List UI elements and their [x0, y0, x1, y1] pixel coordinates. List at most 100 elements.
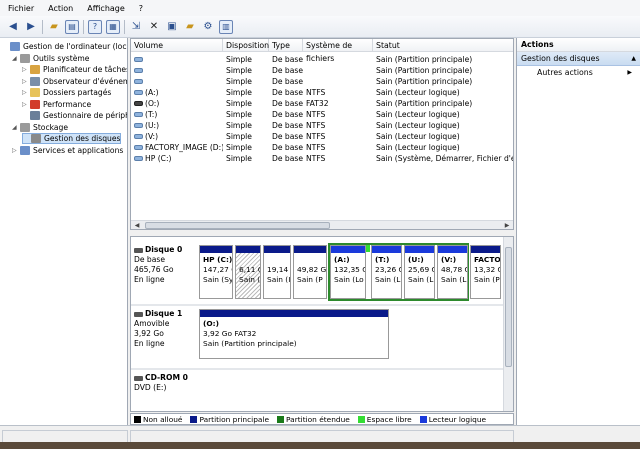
partition-line: Sain (Lo	[334, 275, 364, 284]
partition-text: (A:) 132,35 G Sain (Lo	[331, 253, 365, 285]
cell-fs	[306, 76, 373, 87]
settings-icon[interactable]: ⚙	[201, 20, 215, 34]
tree-item[interactable]: ▷ Observateur d'événeme	[22, 76, 127, 87]
menu-help[interactable]: ?	[139, 4, 143, 13]
partition-line: (A:)	[334, 255, 350, 264]
scrollbar-thumb[interactable]	[505, 247, 512, 367]
volume-icon	[134, 101, 143, 106]
cell-fs: NTFS	[306, 121, 326, 130]
cell-status: Sain (Lecteur logique)	[376, 143, 460, 152]
table-row[interactable]: Simple De base Sain (Partition principale)	[131, 65, 513, 76]
cell-fs: NTFS	[306, 132, 326, 141]
console-tree-icon[interactable]: ▤	[65, 19, 79, 34]
tree-item[interactable]: ▷ Services et applications	[12, 145, 123, 156]
folder-icon[interactable]: ▰	[47, 20, 61, 34]
open-icon[interactable]: ▰	[183, 20, 197, 34]
collapse-arrow-icon[interactable]: ◢	[12, 124, 20, 131]
legend-item: Partition étendue	[277, 415, 350, 424]
collapse-arrow-icon[interactable]: ◢	[12, 55, 20, 62]
expand-arrow-icon[interactable]: ▷	[22, 101, 30, 108]
partition-block[interactable]: (T:) 23,26 G Sain (L	[371, 245, 402, 299]
disk-info[interactable]: Disque 0 De base 465,76 Go En ligne	[134, 245, 196, 285]
more-actions[interactable]: Autres actions ▶	[517, 66, 640, 79]
disk-info[interactable]: Disque 1 Amovible 3,92 Go En ligne	[134, 309, 196, 349]
horizontal-scrollbar[interactable]: ◀ ▶	[131, 220, 513, 229]
tree-item[interactable]: ▷ Dossiers partagés	[22, 87, 111, 98]
partition-block[interactable]: 49,82 G Sain (P	[293, 245, 327, 299]
partition-text: (T:) 23,26 G Sain (L	[372, 253, 401, 285]
more-actions-label: Autres actions	[537, 68, 593, 77]
column-file-system[interactable]: Système de fichiers	[303, 39, 373, 63]
expand-arrow-icon[interactable]: ▷	[22, 78, 30, 85]
export-icon[interactable]: ⇲	[129, 20, 143, 34]
volume-list-header: Volume Disposition Type Système de fichi…	[131, 39, 513, 63]
vertical-scrollbar[interactable]	[503, 237, 513, 411]
legend-label: Espace libre	[366, 414, 412, 424]
partition-text: HP (C:)147,27 GSain (Sy	[200, 253, 232, 285]
menu-action[interactable]: Action	[48, 4, 73, 13]
partition-block[interactable]: 19,14 GSain (I	[263, 245, 291, 299]
shared-folders-icon	[30, 88, 40, 97]
partition-block[interactable]: (U:) 25,69 G Sain (L	[404, 245, 435, 299]
actions-section-disk-management[interactable]: Gestion des disques ▲	[517, 52, 640, 66]
scroll-right-icon[interactable]: ▶	[502, 221, 512, 229]
table-row[interactable]: FACTORY_IMAGE (D:) Simple De base NTFS Sain …	[131, 142, 513, 153]
expand-arrow-icon[interactable]: ▷	[22, 89, 30, 96]
table-row[interactable]: (A:) Simple De base NTFS Sain (Lecteur logiq…	[131, 87, 513, 98]
partition-block[interactable]: (A:) 132,35 G Sain (Lo	[330, 245, 366, 299]
tree-item[interactable]: Gestion des disques	[22, 133, 122, 144]
tree-item[interactable]: ◢ Stockage	[12, 122, 68, 133]
volume-icon	[134, 112, 143, 117]
table-row[interactable]: (U:) Simple De base NTFS Sain (Lecteur logiq…	[131, 120, 513, 131]
disk-detail: En ligne	[134, 339, 165, 348]
storage-icon	[20, 122, 30, 132]
delete-icon[interactable]: ✕	[147, 20, 161, 34]
volume-icon	[134, 156, 143, 161]
tree-item[interactable]: Gestion de l'ordinateur (local)	[2, 41, 127, 52]
back-arrow-icon[interactable]: ◀	[6, 20, 20, 34]
column-type[interactable]: Type	[269, 39, 303, 52]
volume-icon	[134, 57, 143, 62]
cell-fs: NTFS	[306, 143, 326, 152]
tree-item[interactable]: Gestionnaire de périphé	[22, 110, 127, 121]
tree-item-label: Outils système	[33, 53, 90, 63]
scroll-left-icon[interactable]: ◀	[132, 221, 142, 229]
partition-block[interactable]: (V:) 48,78 G Sain (L	[437, 245, 468, 299]
table-row[interactable]: (T:) Simple De base NTFS Sain (Lecteur logiq…	[131, 109, 513, 120]
menu-fichier[interactable]: Fichier	[8, 4, 34, 13]
cell-type: De base	[272, 132, 303, 141]
expand-arrow-icon[interactable]: ▷	[22, 66, 30, 73]
cell-fs	[306, 65, 373, 76]
partition-line: 147,27 G	[203, 265, 232, 274]
tree-item[interactable]: ◢ Outils système	[12, 53, 89, 64]
partition-block[interactable]: HP (C:)147,27 GSain (Sy	[199, 245, 233, 299]
menu-affichage[interactable]: Affichage	[87, 4, 125, 13]
table-row[interactable]: (V:) Simple De base NTFS Sain (Lecteur logiq…	[131, 131, 513, 142]
disk-info[interactable]: CD-ROM 0DVD (E:) Aucun média	[134, 373, 196, 411]
free-space-marker	[366, 245, 370, 252]
partition-block[interactable]: 6,11 GSain (	[235, 245, 261, 299]
column-status[interactable]: Statut	[373, 39, 513, 52]
cell-type: De base	[272, 99, 303, 108]
partition-block[interactable]: FACTO 13,32 G Sain (P	[470, 245, 501, 299]
collapse-up-icon[interactable]: ▲	[631, 52, 636, 66]
table-row[interactable]: Simple De base Sain (Partition principale)	[131, 54, 513, 65]
forward-arrow-icon[interactable]: ▶	[24, 20, 38, 34]
table-row[interactable]: HP (C:) Simple De base NTFS Sain (Système, D…	[131, 153, 513, 164]
disk-view-icon[interactable]: ▥	[219, 19, 233, 34]
cell-disposition: Simple	[226, 132, 252, 141]
help-icon[interactable]: ?	[88, 19, 102, 34]
partition-block[interactable]: (O:) 3,92 Go FAT32 Sain (Partition princip…	[199, 309, 389, 359]
column-disposition[interactable]: Disposition	[223, 39, 269, 52]
tree-item[interactable]: ▷ Planificateur de tâches	[22, 64, 127, 75]
table-row[interactable]: (O:) Simple De base FAT32 Sain (Partition pr…	[131, 98, 513, 109]
column-volume[interactable]: Volume	[131, 39, 223, 52]
scrollbar-thumb[interactable]	[145, 222, 330, 229]
tree-item[interactable]: ▷ Performance	[22, 99, 91, 110]
expand-arrow-icon[interactable]: ▷	[12, 147, 20, 154]
table-row[interactable]: Simple De base Sain (Partition principale)	[131, 76, 513, 87]
partition-line: Sain (L	[375, 275, 401, 284]
console-icon[interactable]: ▦	[106, 19, 120, 34]
properties-icon[interactable]: ▣	[165, 20, 179, 34]
partition-line: (U:)	[408, 255, 424, 264]
